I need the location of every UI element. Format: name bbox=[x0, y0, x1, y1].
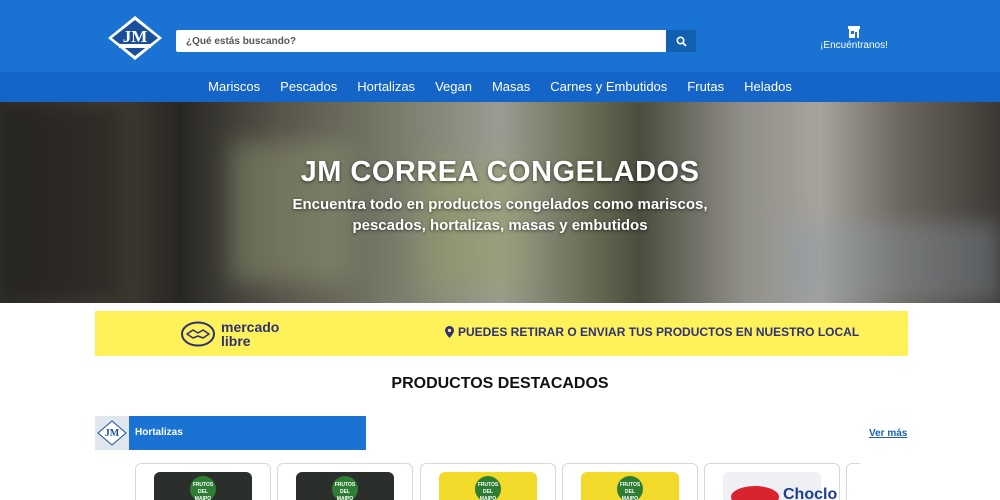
product-image: FRUTOS DEL MAIPO bbox=[439, 472, 537, 500]
product-card[interactable] bbox=[846, 463, 860, 500]
product-brand-badge: FRUTOS DEL MAIPO bbox=[475, 476, 501, 500]
nav-item-pescados[interactable]: Pescados bbox=[270, 72, 347, 102]
product-brand-text: Choclo bbox=[783, 486, 838, 500]
product-card[interactable]: FRUTOS DEL MAIPO bbox=[562, 463, 698, 500]
product-card[interactable]: Choclo bbox=[704, 463, 840, 500]
store-icon bbox=[848, 26, 860, 38]
nav-item-helados[interactable]: Helados bbox=[734, 72, 802, 102]
product-image: Choclo bbox=[723, 472, 837, 500]
find-us-link[interactable]: ¡Encuéntranos! bbox=[812, 26, 896, 51]
nav-item-masas[interactable]: Masas bbox=[482, 72, 540, 102]
search-button[interactable] bbox=[666, 30, 696, 52]
product-carousel: FRUTOS DEL MAIPO FRUTOS DEL MAIPO FRUTOS… bbox=[135, 463, 860, 500]
hero-banner: JM CORREA CONGELADOS Encuentra todo en p… bbox=[0, 102, 1000, 303]
nav-item-mariscos[interactable]: Mariscos bbox=[198, 72, 270, 102]
top-header: JM ¡Encuéntranos! bbox=[0, 0, 1000, 72]
search-bar bbox=[176, 30, 696, 52]
category-logo-text: JM bbox=[105, 428, 120, 439]
pickup-notice: PUEDES RETIRAR O ENVIAR TUS PRODUCTOS EN… bbox=[445, 325, 859, 339]
search-icon bbox=[675, 35, 687, 47]
hero-subtitle: Encuentra todo en productos congelados c… bbox=[292, 196, 708, 234]
product-brand-badge: FRUTOS DEL MAIPO bbox=[332, 476, 358, 500]
section-title: PRODUCTOS DESTACADOS bbox=[391, 375, 609, 392]
location-pin-icon bbox=[445, 326, 454, 338]
nav-item-frutas[interactable]: Frutas bbox=[677, 72, 734, 102]
nav-item-carnes[interactable]: Carnes y Embutidos bbox=[540, 72, 677, 102]
product-card[interactable]: FRUTOS DEL MAIPO bbox=[135, 463, 271, 500]
mercadolibre-logo: mercado libre bbox=[181, 318, 291, 350]
category-nav: Mariscos Pescados Hortalizas Vegan Masas… bbox=[0, 72, 1000, 102]
product-image: FRUTOS DEL MAIPO bbox=[154, 472, 252, 500]
nav-item-vegan[interactable]: Vegan bbox=[425, 72, 482, 102]
product-image: FRUTOS DEL MAIPO bbox=[581, 472, 679, 500]
product-graphic bbox=[731, 486, 779, 500]
hero-title: JM CORREA CONGELADOS bbox=[300, 156, 700, 188]
logo-text: JM bbox=[123, 27, 148, 46]
see-more-link[interactable]: Ver más bbox=[869, 428, 907, 439]
nav-item-hortalizas[interactable]: Hortalizas bbox=[347, 72, 425, 102]
find-us-label: ¡Encuéntranos! bbox=[820, 40, 888, 51]
mercadolibre-word-2: libre bbox=[221, 333, 251, 349]
jm-logo[interactable]: JM bbox=[106, 14, 164, 62]
mercadolibre-banner[interactable]: mercado libre PUEDES RETIRAR O ENVIAR TU… bbox=[95, 311, 908, 356]
category-header[interactable]: JM Hortalizas bbox=[95, 416, 366, 450]
mercadolibre-word-1: mercado bbox=[221, 319, 280, 335]
product-brand-badge: FRUTOS DEL MAIPO bbox=[190, 476, 216, 500]
product-card[interactable]: FRUTOS DEL MAIPO bbox=[277, 463, 413, 500]
product-card[interactable]: FRUTOS DEL MAIPO bbox=[420, 463, 556, 500]
product-image: FRUTOS DEL MAIPO bbox=[296, 472, 394, 500]
pickup-text: PUEDES RETIRAR O ENVIAR TUS PRODUCTOS EN… bbox=[458, 325, 860, 339]
category-logo: JM bbox=[95, 416, 129, 450]
category-label: Hortalizas bbox=[135, 427, 183, 438]
product-brand-badge: FRUTOS DEL MAIPO bbox=[617, 476, 643, 500]
search-input[interactable] bbox=[176, 30, 666, 52]
handshake-icon bbox=[181, 321, 215, 347]
